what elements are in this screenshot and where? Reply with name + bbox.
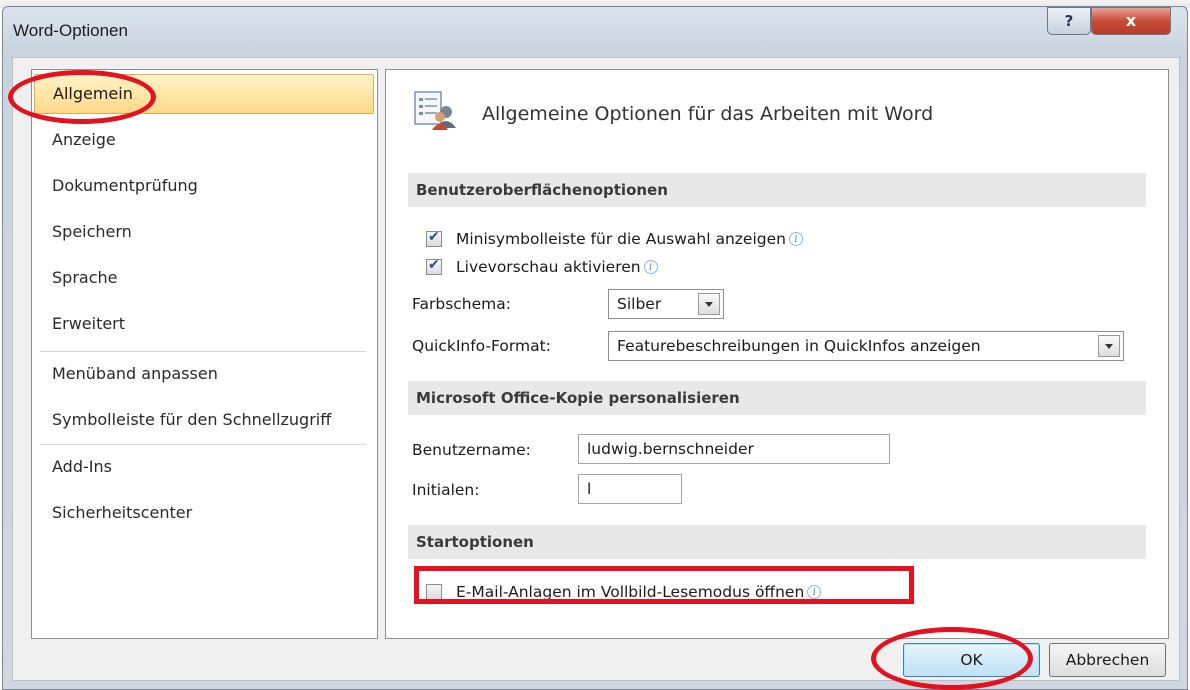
sidebar-item-schnellzugriff[interactable]: Symbolleiste für den Schnellzugriff [34,400,374,440]
minitoolbar-option[interactable]: Minisymbolleiste für die Auswahl anzeige… [426,227,803,251]
livepreview-option[interactable]: Livevorschau aktivieren i [426,255,658,279]
initials-label: Initialen: [412,481,480,499]
startup-heading: Startoptionen [408,525,1146,559]
options-dialog: Word-Optionen ? x Allgemein Anzeige Doku… [2,6,1188,690]
username-input[interactable]: ludwig.bernschneider [578,434,890,464]
help-button[interactable]: ? [1047,7,1091,35]
sidebar-item-speichern[interactable]: Speichern [34,212,374,252]
email-attachments-checkbox[interactable] [426,584,442,600]
category-sidebar: Allgemein Anzeige Dokumentprüfung Speich… [31,69,378,639]
info-icon[interactable]: i [807,585,822,599]
sidebar-item-addins[interactable]: Add-Ins [34,447,374,487]
minitoolbar-checkbox[interactable] [426,229,442,247]
ok-button[interactable]: OK [903,643,1040,677]
general-options-icon [414,91,456,130]
username-label: Benutzername: [412,441,531,459]
colorscheme-select[interactable]: Silber [608,289,724,319]
colorscheme-value: Silber [617,295,662,313]
ui-options-heading: Benutzeroberflächenoptionen [408,173,1146,207]
close-button[interactable]: x [1091,7,1171,35]
chevron-down-icon[interactable] [1098,335,1120,357]
info-icon[interactable]: i [788,232,803,246]
sidebar-item-allgemein[interactable]: Allgemein [34,74,374,114]
colorscheme-label: Farbschema: [412,295,511,313]
sidebar-item-erweitert[interactable]: Erweitert [34,304,374,344]
screentip-value: Featurebeschreibungen in QuickInfos anze… [617,337,981,355]
dialog-title: Word-Optionen [13,21,128,40]
sidebar-item-sprache[interactable]: Sprache [34,258,374,298]
chevron-down-icon[interactable] [698,293,720,315]
sidebar-divider [40,351,366,352]
livepreview-label: Livevorschau aktivieren [456,258,641,276]
screentip-select[interactable]: Featurebeschreibungen in QuickInfos anze… [608,331,1124,361]
title-bar: Word-Optionen ? x [3,7,1187,55]
sidebar-divider [40,444,366,445]
livepreview-checkbox[interactable] [426,257,442,275]
minitoolbar-label: Minisymbolleiste für die Auswahl anzeige… [456,230,786,248]
options-panel: Allgemeine Optionen für das Arbeiten mit… [385,69,1169,639]
email-attachments-label: E-Mail-Anlagen im Vollbild-Lesemodus öff… [456,583,805,601]
sidebar-item-anzeige[interactable]: Anzeige [34,120,374,160]
dialog-body: Allgemein Anzeige Dokumentprüfung Speich… [12,57,1180,681]
screentip-label: QuickInfo-Format: [412,337,551,355]
sidebar-item-menueband[interactable]: Menüband anpassen [34,354,374,394]
personalize-heading: Microsoft Office-Kopie personalisieren [408,381,1146,415]
email-attachments-option[interactable]: E-Mail-Anlagen im Vollbild-Lesemodus öff… [426,580,822,604]
initials-input[interactable]: l [578,474,682,504]
info-icon[interactable]: i [643,260,658,274]
cancel-button[interactable]: Abbrechen [1049,643,1166,677]
sidebar-item-sicherheitscenter[interactable]: Sicherheitscenter [34,493,374,533]
sidebar-item-dokumentpruefung[interactable]: Dokumentprüfung [34,166,374,206]
page-title: Allgemeine Optionen für das Arbeiten mit… [482,103,934,125]
